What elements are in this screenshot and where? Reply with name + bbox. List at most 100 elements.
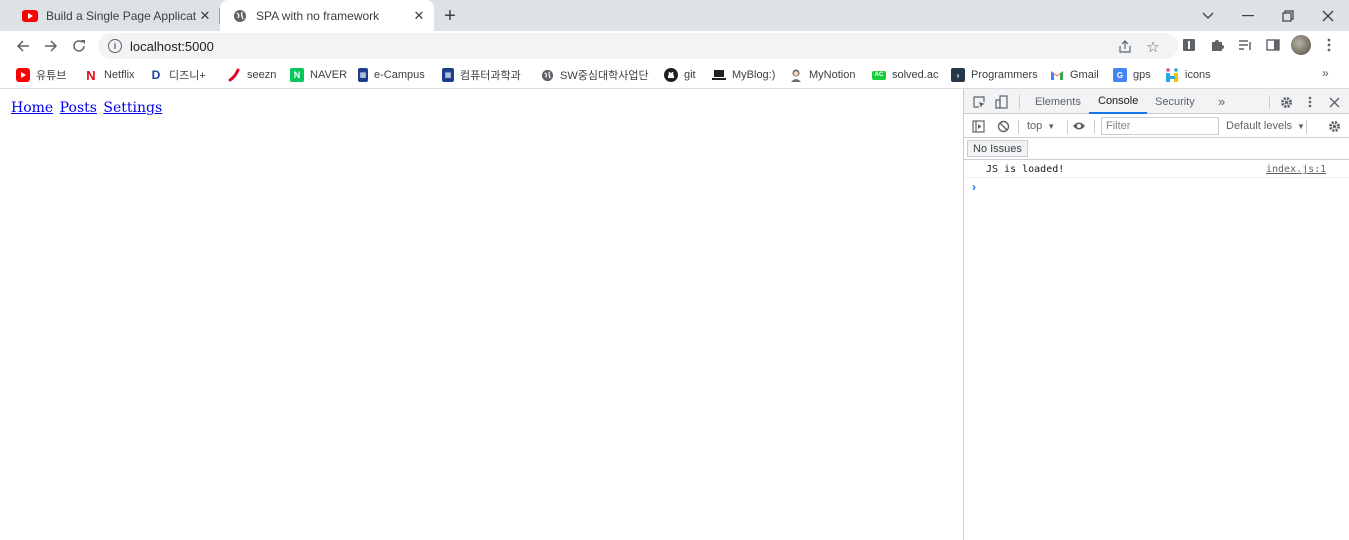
tab-console[interactable]: Console [1089,89,1148,114]
bookmark-gps[interactable]: G gps [1113,66,1151,84]
console-prompt[interactable]: › [972,180,976,194]
divider [1306,120,1307,134]
no-issues-button[interactable]: No Issues [967,140,1028,157]
bookmark-label: 컴퓨터과학과 [460,70,521,82]
divider [1067,120,1068,134]
solvedac-icon: AC [872,70,886,80]
bookmark-solvedac[interactable]: AC solved.ac [872,66,938,84]
bookmark-mynotion[interactable]: MyNotion [789,66,855,84]
side-panel-icon[interactable] [1263,35,1283,55]
minimize-button[interactable] [1228,0,1268,31]
clear-console-icon[interactable] [994,117,1012,135]
tab-title: SPA with no framework [256,8,380,23]
tab-elements[interactable]: Elements [1035,89,1081,114]
disney-icon: D [151,68,161,82]
bookmark-programmers[interactable]: › Programmers [951,66,1038,84]
bookmark-label: Netflix [104,69,135,81]
bookmark-cs-dept[interactable]: ▦ 컴퓨터과학과 [442,66,521,84]
bookmark-label: icons [1185,69,1211,81]
console-log-row: JS is loaded! index.js:1 [964,161,1349,178]
bookmark-netflix[interactable]: N Netflix [84,66,135,84]
bookmark-label: MyNotion [809,69,856,81]
forward-button[interactable] [40,35,62,57]
bookmark-ecampus[interactable]: ▦ e-Campus [358,66,425,84]
bookmark-label: e-Campus [374,69,425,81]
gear-icon[interactable] [1277,93,1295,111]
page-nav: Home Posts Settings [11,100,164,116]
address-bar[interactable]: i localhost:5000 ☆ [98,33,1178,59]
eye-icon[interactable] [1070,117,1088,135]
close-icon[interactable]: ✕ [410,7,428,25]
reload-button[interactable] [68,35,90,57]
sidebar-toggle-icon[interactable] [969,117,987,135]
tab-youtube[interactable]: Build a Single Page Application ✕ [14,0,220,31]
puzzle-icon[interactable] [1207,35,1227,55]
bookmark-myblog[interactable]: MyBlog:) [712,66,775,84]
site-info-icon[interactable]: i [108,39,122,53]
restore-icon [1282,9,1294,22]
kebab-menu-icon[interactable] [1301,93,1319,111]
context-selector[interactable]: top ▼ [1027,114,1055,138]
chevron-down-icon [1202,12,1214,19]
globe-icon [540,68,554,82]
tab-spa[interactable]: SPA with no framework ✕ [220,0,434,31]
youtube-icon [16,68,30,82]
filter-input[interactable]: Filter [1101,117,1219,135]
new-tab-button[interactable]: + [438,4,462,28]
bookmark-label: git [684,69,696,81]
devtools-panel: Elements Console Security » top ▼ Filter… [963,89,1349,540]
bookmark-icons[interactable]: icons [1165,66,1211,84]
device-toolbar-icon[interactable] [992,93,1010,111]
nav-link-settings[interactable]: Settings [103,100,162,116]
bookmark-sw-center[interactable]: SW중심대학사업단 [540,66,649,84]
bookmark-gmail[interactable]: Gmail [1050,66,1099,84]
context-label: top [1027,120,1043,132]
arrow-right-icon [45,40,58,52]
bookmark-seezn[interactable]: seezn [227,66,276,84]
bookmarks-overflow-button[interactable]: » [1322,66,1329,80]
tab-search-button[interactable] [1188,0,1228,31]
reading-list-icon[interactable] [1235,35,1255,55]
tab-security[interactable]: Security [1155,89,1195,114]
avatar[interactable] [1291,35,1311,55]
close-icon[interactable] [1325,93,1343,111]
close-icon[interactable]: ✕ [196,7,214,25]
log-source-link[interactable]: index.js:1 [1266,164,1326,175]
kebab-menu-icon[interactable] [1319,35,1339,55]
bookmark-label: NAVER [310,69,348,81]
back-button[interactable] [12,35,34,57]
extension-icon[interactable] [1179,35,1199,55]
console-toolbar: top ▼ Filter Default levels ▼ [964,114,1349,138]
nav-link-posts[interactable]: Posts [60,100,97,116]
inspect-element-icon[interactable] [970,93,988,111]
bookmark-label: MyBlog:) [732,69,776,81]
bookmark-git[interactable]: git [664,66,696,84]
youtube-icon [22,8,38,24]
close-icon [1322,10,1334,21]
divider [1018,120,1019,134]
bookmark-label: Gmail [1070,69,1099,81]
icons-icon [1165,68,1179,82]
restore-button[interactable] [1268,0,1308,31]
globe-icon [232,8,248,24]
more-tabs-icon[interactable]: » [1218,89,1225,114]
bookmark-naver[interactable]: N NAVER [290,66,347,84]
bookmark-star-icon[interactable]: ☆ [1143,37,1163,57]
issues-bar: No Issues [964,138,1349,160]
github-icon [664,68,678,82]
bookmark-label: gps [1133,69,1151,81]
minimize-icon [1242,14,1254,16]
share-icon[interactable] [1115,37,1135,57]
tab-title: Build a Single Page Application [46,8,196,23]
levels-label: Default levels [1226,120,1293,132]
gps-icon: G [1113,68,1127,82]
log-levels-dropdown[interactable]: Default levels ▼ [1226,114,1305,138]
bookmark-label: Programmers [971,69,1038,81]
console-settings-icon[interactable] [1325,117,1343,135]
bookmark-disney[interactable]: D 디즈니+ [149,66,206,84]
bookmark-youtube[interactable]: 유튜브 [16,66,66,84]
nav-link-home[interactable]: Home [11,100,53,116]
caret-down-icon: ▼ [1297,121,1305,131]
close-window-button[interactable] [1308,0,1348,31]
notion-icon [789,68,803,82]
